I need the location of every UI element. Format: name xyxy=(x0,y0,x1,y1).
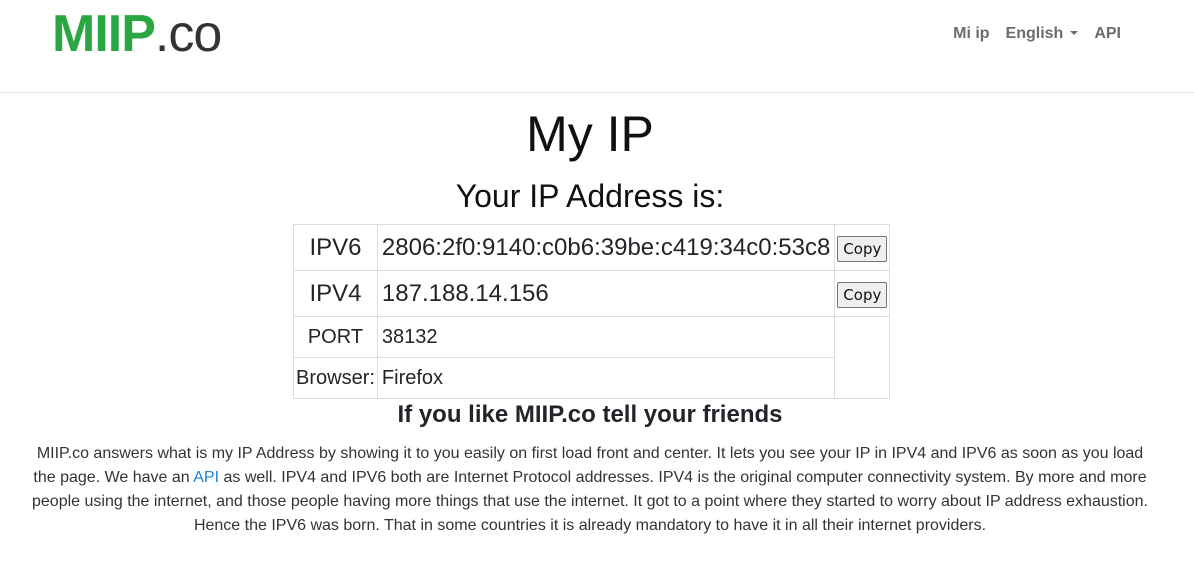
caret-down-icon xyxy=(1070,31,1079,35)
page-subtitle: Your IP Address is: xyxy=(455,178,725,214)
browser-label: Browser: xyxy=(293,357,378,399)
port-row: PORT 38132 xyxy=(293,316,891,399)
share-heading: If you like MIIP.co tell your friends xyxy=(397,401,783,428)
ip-table: IPV6 2806:2f0:9140:c0b6:39be:c419:34c0:5… xyxy=(293,224,891,399)
ipv4-copy-cell: Copy xyxy=(834,270,891,317)
main-nav: Mi ip English API xyxy=(953,24,1121,44)
ipv6-value[interactable]: 2806:2f0:9140:c0b6:39be:c419:34c0:53c8 xyxy=(376,224,836,271)
navbar: MIIP.co Mi ip English API xyxy=(0,0,1194,93)
browser-row: Browser: Firefox xyxy=(293,357,890,399)
ipv4-row: IPV4 187.188.14.156 Copy xyxy=(293,270,891,317)
nav-language-dropdown[interactable]: English xyxy=(1006,24,1079,44)
site-logo[interactable]: MIIP.co xyxy=(52,4,222,64)
page-title: My IP xyxy=(526,106,654,162)
browser-value: Firefox xyxy=(376,357,836,399)
ipv4-label: IPV4 xyxy=(293,270,378,317)
port-label: PORT xyxy=(293,316,378,358)
ipv6-label: IPV6 xyxy=(293,224,378,271)
language-label: English xyxy=(1005,25,1064,42)
copy-ipv6-button[interactable]: Copy xyxy=(837,236,888,262)
empty-cell xyxy=(834,316,891,399)
logo-miip: MIIP xyxy=(52,5,156,63)
logo-suffix: .co xyxy=(154,5,222,63)
copy-ipv4-button[interactable]: Copy xyxy=(837,282,888,308)
api-link[interactable]: API xyxy=(193,469,219,486)
description-paragraph: MIIP.co answers what is my IP Address by… xyxy=(24,442,1156,538)
port-value: 38132 xyxy=(376,316,836,358)
nav-mi-ip[interactable]: Mi ip xyxy=(953,24,989,44)
nav-api[interactable]: API xyxy=(1094,24,1121,44)
ipv4-value[interactable]: 187.188.14.156 xyxy=(376,270,836,317)
ipv6-row: IPV6 2806:2f0:9140:c0b6:39be:c419:34c0:5… xyxy=(293,224,891,271)
ipv6-copy-cell: Copy xyxy=(834,224,891,271)
